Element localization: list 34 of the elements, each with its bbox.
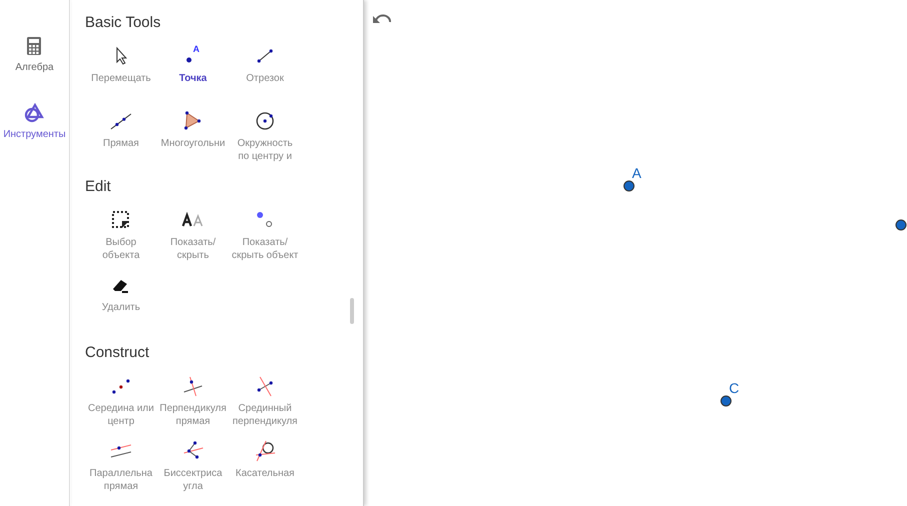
section-title: Construct	[85, 344, 150, 362]
section-title: Basic Tools	[85, 14, 162, 32]
point-icon	[186, 57, 192, 63]
point-label: C	[729, 379, 740, 398]
shapes-icon	[24, 103, 44, 123]
rail-tab[interactable]: Инструменты	[3, 103, 66, 142]
tool-button[interactable]: Прямая	[85, 109, 157, 150]
tool-button[interactable]: Касательная	[229, 439, 301, 480]
tool-button[interactable]: Перемещать	[85, 44, 157, 85]
geometry-point[interactable]	[720, 395, 732, 407]
tool-button[interactable]: Удалить	[85, 273, 157, 314]
tool-button[interactable]: Показать/ скрыть	[157, 208, 229, 262]
tool-button[interactable]: Параллельна прямая	[85, 439, 157, 493]
icon-letter: A	[193, 44, 200, 54]
rail-tab[interactable]: Алгебра	[15, 36, 54, 75]
undo-icon[interactable]	[372, 12, 392, 26]
tangent-icon	[253, 439, 277, 463]
geometry-point[interactable]	[895, 219, 907, 231]
point-label: A	[632, 164, 642, 183]
tool-button[interactable]: Перпендикуля прямая	[157, 374, 229, 428]
tool-button[interactable]: Отрезок	[229, 44, 301, 85]
tool-button[interactable]: A Точка	[157, 44, 229, 85]
tool-button[interactable]: Срединный перпендикуля	[229, 374, 301, 428]
tool-button[interactable]: Середина или центр	[85, 374, 157, 428]
tool-button[interactable]: Показать/ скрыть объект	[229, 208, 301, 262]
section-title: Edit	[85, 178, 112, 196]
geometry-point[interactable]	[623, 180, 635, 192]
perpendicular-line-icon	[181, 374, 205, 398]
tool-button[interactable]: Окружность по центру и	[229, 109, 301, 163]
calculator-icon	[26, 36, 42, 56]
tool-button[interactable]: Выбор объекта	[85, 208, 157, 262]
scrollbar-thumb	[350, 298, 354, 324]
tool-button[interactable]: Многоугольни	[157, 109, 229, 150]
tool-button[interactable]: Биссектриса угла	[157, 439, 229, 493]
